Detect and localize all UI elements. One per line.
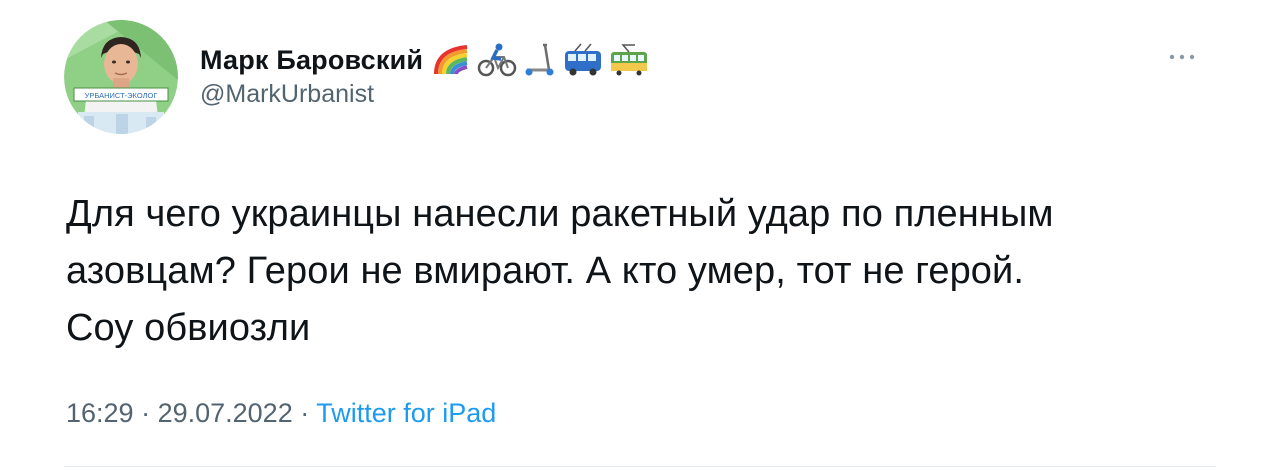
meta-separator: · (292, 398, 317, 428)
author-display-name[interactable]: Марк Баровский (200, 45, 423, 76)
divider (64, 466, 1216, 467)
tram-icon (609, 43, 649, 77)
more-options-button[interactable] (1164, 44, 1200, 68)
avatar[interactable]: УРБАНИСТ-ЭКОЛОГ (64, 20, 178, 134)
tweet-text: Для чего украинцы нанесли ракетный удар … (66, 193, 1054, 349)
tweet-meta: 16:29 · 29.07.2022 · Twitter for iPad (66, 398, 496, 429)
tweet-date[interactable]: 29.07.2022 (158, 398, 293, 428)
bus-icon (563, 43, 603, 77)
author-name-row: Марк Баровский (200, 42, 649, 78)
author-handle[interactable]: @MarkUrbanist (200, 80, 374, 109)
avatar-image: УРБАНИСТ-ЭКОЛОГ (64, 20, 178, 134)
author-name-emojis (433, 43, 649, 77)
cyclist-icon (477, 43, 517, 77)
tweet-time[interactable]: 16:29 (66, 398, 134, 428)
more-dots-icon (1169, 47, 1195, 65)
rainbow-icon (433, 44, 471, 76)
tweet-card: УРБАНИСТ-ЭКОЛОГ Марк Баровский @MarkUrba… (0, 0, 1280, 470)
meta-separator: · (133, 398, 158, 428)
kick-scooter-icon (523, 43, 557, 77)
avatar-badge-text: УРБАНИСТ-ЭКОЛОГ (85, 91, 158, 100)
tweet-source-link[interactable]: Twitter for iPad (316, 398, 496, 428)
